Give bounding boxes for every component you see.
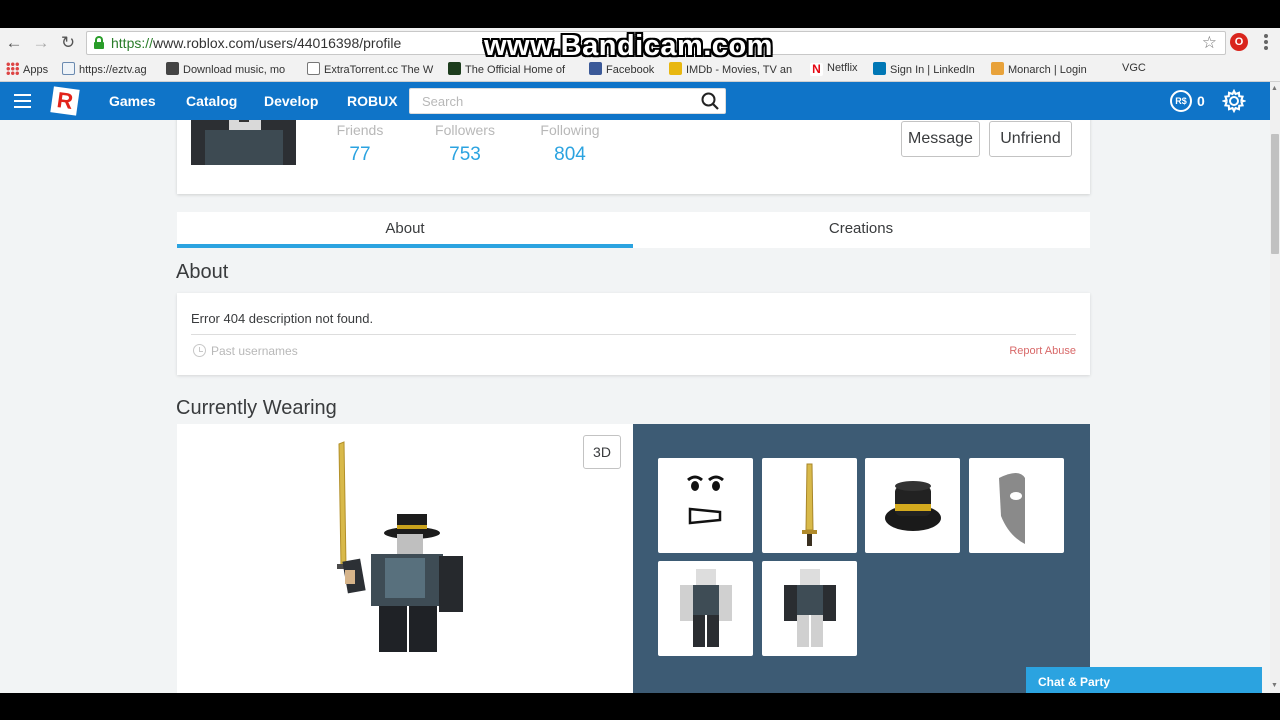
hamburger-menu-icon[interactable] [14,94,31,108]
avatar[interactable] [191,120,296,165]
roblox-logo[interactable] [50,86,80,116]
xbox-icon [448,62,461,75]
netflix-icon: N [810,63,823,76]
profile-page: Friends 77 Followers 753 Following 804 M… [0,120,1270,693]
bookmark-star-icon[interactable]: ☆ [1202,33,1217,53]
reload-icon[interactable]: ↻ [58,33,78,53]
stat-value: 753 [449,144,481,165]
tab-creations[interactable]: Creations [633,212,1089,248]
chat-party-bar[interactable]: Chat & Party [1026,667,1262,693]
facebook-icon [589,62,602,75]
search-input[interactable]: Search [409,88,726,114]
wearing-items-panel [633,424,1090,693]
apps-grid-icon [6,62,19,75]
back-arrow-icon[interactable]: ← [4,33,24,53]
about-card: Error 404 description not found. Past us… [177,293,1090,375]
about-heading: About [176,261,229,283]
bookmark-official-home[interactable]: The Official Home of [448,62,565,76]
scroll-up-arrow-icon[interactable]: ▲ [1271,85,1278,92]
bookmark-facebook[interactable]: Facebook [589,62,654,76]
tab-about[interactable]: About [177,212,633,248]
site-header: Games Catalog Develop ROBUX Search R$ 0 [0,82,1270,120]
shirt-icon [680,569,732,647]
nav-robux[interactable]: ROBUX [347,93,398,109]
recording-letterbox-bottom [0,693,1280,720]
bookmark-imdb[interactable]: IMDb - Movies, TV an [669,62,792,76]
profile-tabs: About Creations [177,212,1090,248]
sword-icon [802,463,817,546]
stat-label: Followers [435,122,495,138]
bookmark-vgc[interactable]: VGC [1122,62,1146,74]
opera-extension-icon[interactable]: O [1230,33,1248,51]
avatar-viewer: 3D [177,424,633,693]
browser-menu-icon[interactable] [1260,33,1272,51]
bookmark-extratorrent[interactable]: ExtraTorrent.cc The W [307,62,433,76]
screen: ← → ↻ https://www.roblox.com/users/44016… [0,0,1280,720]
bookmark-download-music[interactable]: Download music, mo [166,62,285,76]
url-text: https://www.roblox.com/users/44016398/pr… [111,35,402,51]
report-abuse-link[interactable]: Report Abuse [1009,345,1076,357]
gear-icon[interactable] [1222,89,1246,113]
search-icon[interactable] [701,92,719,110]
wearing-item-shirt[interactable] [658,561,753,656]
recording-letterbox-top [0,0,1280,28]
bookmark-linkedin[interactable]: Sign In | LinkedIn [873,62,975,76]
bookmark-netflix[interactable]: N Netflix [810,62,858,76]
avatar-render [337,441,463,652]
face-icon [687,475,724,525]
divider [191,334,1076,335]
stat-label: Friends [336,122,384,138]
lock-icon [94,36,104,49]
monarch-icon [991,62,1004,75]
bookmark-eztv[interactable]: https://eztv.ag [62,62,147,76]
car-icon [166,62,179,75]
bookmarks-bar: Apps https://eztv.ag Download music, mo … [0,58,1280,82]
wearing-item-hat[interactable] [865,458,960,553]
hat-icon [885,481,941,531]
scroll-thumb[interactable] [1271,134,1279,254]
unfriend-button[interactable]: Unfriend [989,121,1072,157]
clock-icon [193,344,206,357]
search-placeholder: Search [422,94,464,109]
nav-catalog[interactable]: Catalog [186,93,237,109]
stat-following[interactable]: Following 804 [525,122,615,166]
mask-icon [999,473,1025,544]
pants-icon [784,569,836,647]
robux-balance[interactable]: 0 [1197,93,1205,109]
imdb-icon [669,62,682,75]
forward-arrow-icon[interactable]: → [31,33,51,53]
message-button[interactable]: Message [901,121,980,157]
bookmark-monarch[interactable]: Monarch | Login [991,62,1087,76]
profile-header-card: Friends 77 Followers 753 Following 804 M… [177,120,1090,194]
stat-value: 77 [349,144,371,165]
about-description: Error 404 description not found. [191,311,374,326]
nav-develop[interactable]: Develop [264,93,318,109]
scroll-down-arrow-icon[interactable]: ▼ [1271,682,1278,689]
currently-wearing-heading: Currently Wearing [176,397,337,419]
eztv-icon [62,62,75,75]
wearing-item-face[interactable] [658,458,753,553]
stat-followers[interactable]: Followers 753 [420,122,510,166]
page-scrollbar[interactable]: ▲ ▼ [1270,82,1280,693]
linkedin-icon [873,62,886,75]
nav-games[interactable]: Games [109,93,156,109]
stat-label: Following [540,122,600,138]
stat-value: 804 [554,144,586,165]
wearing-item-mask[interactable] [969,458,1064,553]
page-icon [307,62,320,75]
stat-friends[interactable]: Friends 77 [315,122,405,166]
wearing-item-pants[interactable] [762,561,857,656]
past-usernames-link[interactable]: Past usernames [193,344,298,358]
bookmark-apps[interactable]: Apps [6,62,48,76]
robux-icon[interactable]: R$ [1170,90,1192,112]
wearing-item-sword[interactable] [762,458,857,553]
toggle-3d-button[interactable]: 3D [583,435,621,469]
